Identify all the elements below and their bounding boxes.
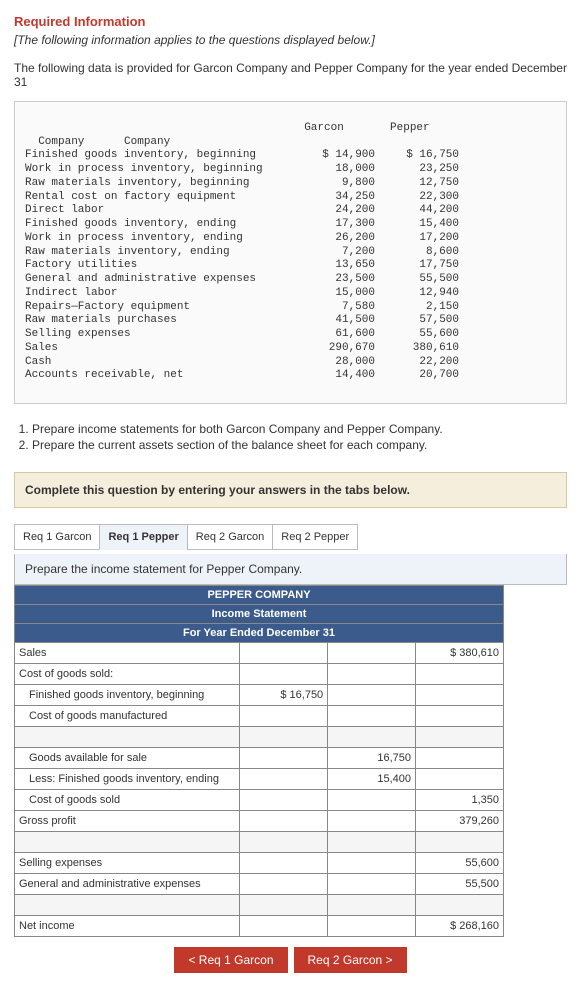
cell-blank[interactable] [240,705,328,726]
cell-blank[interactable] [328,915,416,936]
cell-blank[interactable] [328,789,416,810]
row-lfgie-val[interactable]: 15,400 [328,768,416,789]
row-sales-label[interactable]: Sales [15,642,240,663]
cell-blank[interactable] [328,663,416,684]
cell-blank[interactable] [416,747,504,768]
row-lfgie-label[interactable]: Less: Finished goods inventory, ending [15,768,240,789]
tab-req1-garcon[interactable]: Req 1 Garcon [14,524,100,550]
row-cogssold-label[interactable]: Cost of goods sold [15,789,240,810]
company-data-table: Garcon Pepper Company Company Finished g… [14,101,567,404]
cell-blank[interactable] [240,789,328,810]
cell-blank[interactable] [416,768,504,789]
row-fgib-label[interactable]: Finished goods inventory, beginning [15,684,240,705]
cell-blank[interactable] [240,663,328,684]
row-ni-val[interactable]: $ 268,160 [416,915,504,936]
required-heading: Required Information [14,14,567,29]
cell-blank[interactable] [240,810,328,831]
cell-blank[interactable] [328,642,416,663]
row-gp-label[interactable]: Gross profit [15,810,240,831]
prev-button[interactable]: < Req 1 Garcon [174,947,287,973]
row-gafs-val[interactable]: 16,750 [328,747,416,768]
row-cogm-label[interactable]: Cost of goods manufactured [15,705,240,726]
row-fgib-val[interactable]: $ 16,750 [240,684,328,705]
cell-blank[interactable] [328,873,416,894]
tab-req2-pepper[interactable]: Req 2 Pepper [272,524,358,550]
cell-blank[interactable] [240,747,328,768]
cell-blank[interactable] [416,705,504,726]
cell-blank[interactable] [328,684,416,705]
income-statement-table: PEPPER COMPANY Income Statement For Year… [14,585,504,937]
tab-bar: Req 1 Garcon Req 1 Pepper Req 2 Garcon R… [14,524,567,550]
cell-blank[interactable] [240,852,328,873]
complete-instruction: Complete this question by entering your … [14,472,567,508]
row-cogs-label[interactable]: Cost of goods sold: [15,663,240,684]
tab-req2-garcon[interactable]: Req 2 Garcon [187,524,273,550]
intro-text: The following data is provided for Garco… [14,61,567,89]
row-sales-val[interactable]: $ 380,610 [416,642,504,663]
row-cogssold-val[interactable]: 1,350 [416,789,504,810]
cell-blank[interactable] [328,705,416,726]
cell-blank[interactable] [416,663,504,684]
row-sell-val[interactable]: 55,600 [416,852,504,873]
row-sell-label[interactable]: Selling expenses [15,852,240,873]
row-ni-label[interactable]: Net income [15,915,240,936]
cell-blank[interactable] [240,915,328,936]
task-2: Prepare the current assets section of th… [32,438,567,452]
row-gafs-label[interactable]: Goods available for sale [15,747,240,768]
row-ga-label[interactable]: General and administrative expenses [15,873,240,894]
stmt-subtitle: Income Statement [15,604,504,623]
row-ga-val[interactable]: 55,500 [416,873,504,894]
cell-blank[interactable] [240,873,328,894]
task-1: Prepare income statements for both Garco… [32,422,567,436]
task-list: Prepare income statements for both Garco… [14,422,567,452]
cell-blank[interactable] [328,810,416,831]
cell-blank[interactable] [328,852,416,873]
tab-req1-pepper[interactable]: Req 1 Pepper [99,524,187,550]
stmt-period: For Year Ended December 31 [15,623,504,642]
cell-blank[interactable] [240,642,328,663]
note-text: [The following information applies to th… [14,33,567,47]
next-button[interactable]: Req 2 Garcon > [294,947,407,973]
stmt-title: PEPPER COMPANY [15,585,504,604]
tab-instruction: Prepare the income statement for Pepper … [14,554,567,585]
cell-blank[interactable] [416,684,504,705]
row-gp-val[interactable]: 379,260 [416,810,504,831]
cell-blank[interactable] [240,768,328,789]
